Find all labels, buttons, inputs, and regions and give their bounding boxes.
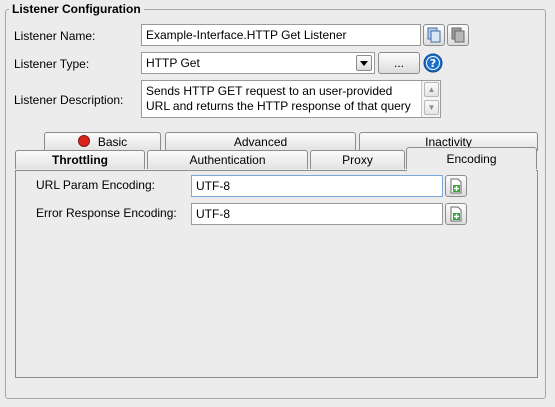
copy-icon: [427, 27, 441, 43]
paste-button[interactable]: [447, 24, 469, 46]
copy-button[interactable]: [423, 24, 445, 46]
listener-type-dropdown-button[interactable]: [356, 55, 372, 71]
description-line: URL and returns the HTTP response of tha…: [146, 99, 411, 113]
error-response-add-button[interactable]: [445, 203, 467, 225]
add-variable-icon: [450, 206, 462, 222]
listener-description-label: Listener Description:: [14, 93, 124, 107]
description-scrollbar[interactable]: ▲ ▼: [421, 81, 440, 117]
add-variable-icon: [450, 178, 462, 194]
listener-name-label: Listener Name:: [14, 29, 96, 43]
tab-advanced[interactable]: Advanced: [165, 132, 356, 151]
error-response-encoding-label: Error Response Encoding:: [36, 206, 177, 220]
tab-proxy[interactable]: Proxy: [310, 150, 405, 169]
encoding-tab-panel: [15, 170, 538, 378]
url-param-add-button[interactable]: [445, 175, 467, 197]
error-status-icon: [77, 135, 90, 147]
description-line: Sends HTTP GET request to an user-provid…: [146, 84, 393, 98]
svg-text:?: ?: [430, 57, 436, 70]
chevron-up-icon: ▲: [427, 85, 436, 94]
dropdown-arrow-icon: [360, 60, 368, 66]
tab-encoding[interactable]: Encoding: [406, 147, 537, 169]
group-title: Listener Configuration: [9, 2, 144, 16]
url-param-encoding-input[interactable]: UTF-8: [191, 175, 443, 197]
listener-type-more-button[interactable]: ...: [378, 52, 420, 74]
listener-type-select[interactable]: HTTP Get: [141, 52, 375, 74]
url-param-encoding-label: URL Param Encoding:: [36, 178, 155, 192]
error-response-encoding-input[interactable]: UTF-8: [191, 203, 443, 225]
tab-basic-label: Basic: [97, 135, 128, 149]
tab-basic[interactable]: Basic: [44, 132, 161, 151]
scroll-down-button[interactable]: ▼: [424, 100, 439, 115]
selected-tab-joint: [407, 168, 536, 171]
chevron-down-icon: ▼: [427, 103, 436, 112]
help-icon: ?: [423, 53, 443, 73]
help-button[interactable]: ?: [423, 53, 443, 73]
listener-type-label: Listener Type:: [14, 57, 90, 71]
listener-type-value: HTTP Get: [146, 56, 200, 70]
paste-icon: [451, 27, 465, 43]
listener-description-textarea[interactable]: Sends HTTP GET request to an user-provid…: [141, 80, 441, 118]
tab-throttling[interactable]: Throttling: [15, 150, 145, 169]
listener-name-input[interactable]: Example-Interface.HTTP Get Listener: [141, 24, 421, 46]
scroll-up-button[interactable]: ▲: [424, 82, 439, 97]
tab-authentication[interactable]: Authentication: [147, 150, 308, 169]
